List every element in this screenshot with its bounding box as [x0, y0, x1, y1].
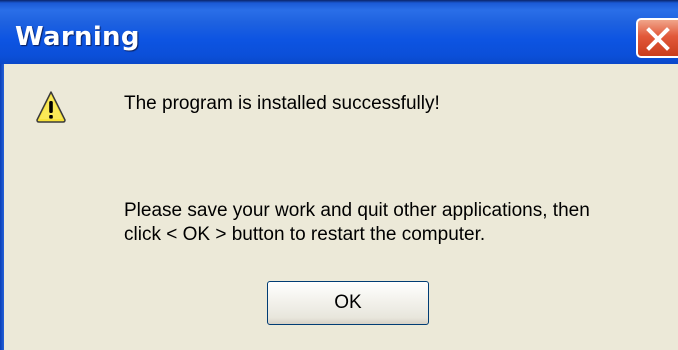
title-bar[interactable]: Warning — [0, 0, 678, 64]
warning-dialog: Warning The program is installed success… — [0, 0, 678, 350]
message-line-3: click < OK > button to restart the compu… — [124, 224, 486, 245]
message-line-1: The program is installed successfully! — [124, 93, 440, 114]
warning-icon — [35, 90, 67, 124]
close-button[interactable] — [636, 18, 678, 58]
message-line-2: Please save your work and quit other app… — [124, 200, 590, 221]
window-left-border — [0, 64, 4, 350]
dialog-title: Warning — [15, 22, 140, 52]
ok-button[interactable]: OK — [267, 281, 429, 325]
